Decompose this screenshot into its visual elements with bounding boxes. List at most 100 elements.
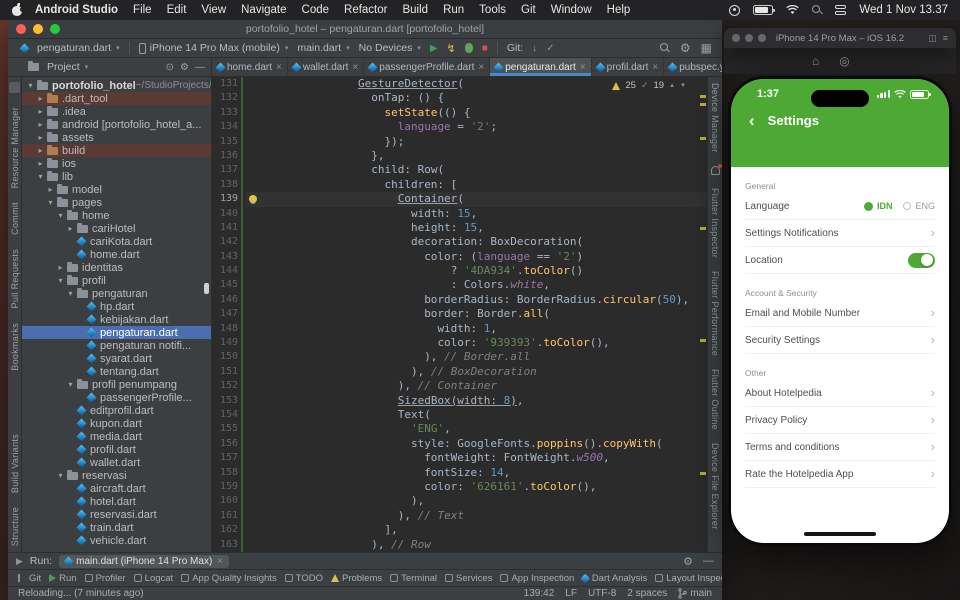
zoom-window-icon[interactable] (50, 24, 60, 34)
tree-item-hp-dart[interactable]: hp.dart (22, 300, 211, 313)
editor-tab-wallet-dart[interactable]: wallet.dart × (288, 58, 365, 76)
menubar-item-android-studio[interactable]: Android Studio (35, 4, 118, 16)
git-commit-icon[interactable]: ✓ (546, 43, 554, 54)
tool-window-button-app-inspection[interactable]: App Inspection (500, 573, 574, 584)
run-settings-gear-icon[interactable]: ⚙ (683, 555, 693, 568)
tree-item-model[interactable]: ▸ model (22, 183, 211, 196)
code-line-143[interactable]: 143 color: (language == '2') (212, 249, 707, 265)
code-line-150[interactable]: 150 ), // Border.all (212, 350, 707, 366)
tree-item-reservasi[interactable]: ▾ reservasi (22, 469, 211, 482)
minimize-window-icon[interactable] (745, 34, 753, 42)
tree-expand-arrow-icon[interactable]: ▸ (56, 263, 65, 272)
tree-item-hotel-dart[interactable]: hotel.dart (22, 495, 211, 508)
tree-item-assets[interactable]: ▸ assets (22, 131, 211, 144)
editor-tab-pengaturan-dart[interactable]: pengaturan.dart × (490, 58, 592, 76)
git-update-icon[interactable]: ↓ (532, 43, 537, 54)
caret-position[interactable]: 139:42 (524, 588, 555, 599)
simulator-more-icon[interactable]: ≡ (943, 33, 948, 44)
stop-button[interactable]: ■ (482, 43, 488, 54)
code-line-140[interactable]: 140 width: 15, (212, 206, 707, 222)
code-line-151[interactable]: 151 ), // BoxDecoration (212, 364, 707, 380)
tree-expand-arrow-icon[interactable]: ▾ (46, 198, 55, 207)
code-line-163[interactable]: 163 ), // Row (212, 537, 707, 552)
tree-expand-arrow-icon[interactable]: ▸ (66, 224, 75, 233)
tree-item-profil[interactable]: ▾ profil (22, 274, 211, 287)
tool-stripe-flutter-performance[interactable]: Flutter Performance (710, 271, 720, 356)
tool-window-button-todo[interactable]: TODO (284, 573, 323, 584)
tree-item-portofolio-hotel[interactable]: ▾ portofolio_hotel ~/StudioProjects/... (22, 79, 211, 92)
settings-row-email-and-mobile-number[interactable]: Email and Mobile Number › (745, 300, 935, 327)
menubar-item-refactor[interactable]: Refactor (344, 4, 387, 16)
tree-expand-arrow-icon[interactable]: ▾ (56, 211, 65, 220)
spotlight-search-icon[interactable] (812, 5, 822, 15)
tree-item-kebijakan-dart[interactable]: kebijakan.dart (22, 313, 211, 326)
tool-window-button-git[interactable]: Git (18, 573, 41, 584)
tool-stripe-structure[interactable]: Structure (10, 507, 20, 546)
indent-setting[interactable]: 2 spaces (627, 588, 667, 599)
menubar-item-view[interactable]: View (201, 4, 226, 16)
tree-expand-arrow-icon[interactable]: ▾ (56, 471, 65, 480)
close-tab-icon[interactable]: × (652, 62, 658, 73)
tool-window-button-layout-inspector[interactable]: Layout Inspector (655, 573, 722, 584)
menubar-item-file[interactable]: File (133, 4, 152, 16)
tree-expand-arrow-icon[interactable]: ▾ (26, 81, 35, 90)
editor-tab-profil-dart[interactable]: profil.dart × (592, 58, 665, 76)
tree-item-home[interactable]: ▾ home (22, 209, 211, 222)
simulator-titlebar[interactable]: iPhone 14 Pro Max – iOS 16.2 ◫ ≡ (724, 28, 956, 48)
tree-item-train-dart[interactable]: train.dart (22, 521, 211, 534)
menubar-clock[interactable]: Wed 1 Nov 13.37 (859, 4, 948, 16)
battery-icon[interactable] (753, 5, 776, 15)
code-line-148[interactable]: 148 width: 1, (212, 321, 707, 337)
code-line-152[interactable]: 152 ), // Container (212, 379, 707, 394)
tool-stripe-device-manager[interactable]: Device Manager (710, 83, 720, 153)
language-option-idn[interactable]: IDN (863, 201, 892, 211)
close-tab-icon[interactable]: × (478, 62, 484, 73)
tool-window-button-profiler[interactable]: Profiler (84, 573, 126, 584)
language-option-eng[interactable]: ENG (903, 201, 935, 211)
tree-expand-arrow-icon[interactable]: ▸ (36, 146, 45, 155)
line-separator[interactable]: LF (565, 588, 577, 599)
settings-row-location[interactable]: Location (745, 247, 935, 274)
settings-row-settings-notifications[interactable]: Settings Notifications › (745, 220, 935, 247)
code-line-156[interactable]: 156 style: GoogleFonts.poppins().copyWit… (212, 436, 707, 452)
code-line-160[interactable]: 160 ), (212, 494, 707, 510)
minimize-window-icon[interactable] (33, 24, 43, 34)
navbar-file[interactable]: pengaturan.dart ▾ (18, 42, 120, 54)
close-tab-icon[interactable]: × (352, 62, 358, 73)
code-line-132[interactable]: 132 onTap: () { (212, 91, 707, 107)
tree-item-identitas[interactable]: ▸ identitas (22, 261, 211, 274)
git-branch-widget[interactable]: main (678, 588, 712, 599)
menubar-item-git[interactable]: Git (521, 4, 536, 16)
tree-expand-arrow-icon[interactable]: ▸ (36, 107, 45, 116)
settings-gear-icon[interactable]: ⚙ (680, 41, 691, 55)
run-tab[interactable]: main.dart (iPhone 14 Pro Max) × (59, 554, 230, 568)
code-line-161[interactable]: 161 ), // Text (212, 508, 707, 524)
menubar-item-window[interactable]: Window (551, 4, 592, 16)
code-line-149[interactable]: 149 color: '939393'.toColor(), (212, 336, 707, 351)
editor-tab-pubspec-yaml[interactable]: pubspec.yaml× (664, 58, 722, 76)
notifications-bell-icon[interactable] (710, 163, 722, 175)
code-line-136[interactable]: 136 }, (212, 148, 707, 164)
code-line-133[interactable]: 133 setState(() { (212, 105, 707, 121)
debug-button[interactable] (464, 43, 473, 53)
tree-item-carikota-dart[interactable]: cariKota.dart (22, 235, 211, 248)
menubar-item-edit[interactable]: Edit (167, 4, 187, 16)
layout-windows-icon[interactable]: ▦ (701, 41, 712, 55)
ide-titlebar[interactable]: portofolio_hotel – pengaturan.dart [port… (8, 20, 722, 39)
tool-window-button-terminal[interactable]: Terminal (390, 573, 437, 584)
tree-item-tentang-dart[interactable]: tentang.dart (22, 365, 211, 378)
menubar-item-build[interactable]: Build (402, 4, 428, 16)
tree-expand-arrow-icon[interactable]: ▸ (46, 185, 55, 194)
code-line-144[interactable]: 144 ? '4DA934'.toColor() (212, 264, 707, 279)
menubar-item-help[interactable]: Help (607, 4, 631, 16)
tree-expand-arrow-icon[interactable]: ▾ (66, 380, 75, 389)
editor-tab-home-dart[interactable]: home.dart × (212, 58, 288, 76)
tool-window-button-services[interactable]: Services (445, 573, 492, 584)
inspections-widget[interactable]: 25 ✓ 19 ▲ ▼ (607, 79, 691, 92)
tree-item-editprofil-dart[interactable]: editprofil.dart (22, 404, 211, 417)
code-line-153[interactable]: 153 SizedBox(width: 8), (212, 393, 707, 409)
iphone-screen[interactable]: 1:37 ‹ Settings General Language IDN ENG Set… (731, 79, 949, 543)
close-tab-icon[interactable]: × (276, 62, 282, 73)
code-line-137[interactable]: 137 child: Row( (212, 163, 707, 179)
project-panel-header[interactable]: Project ▾ ⊙ ⚙ — (8, 58, 212, 76)
